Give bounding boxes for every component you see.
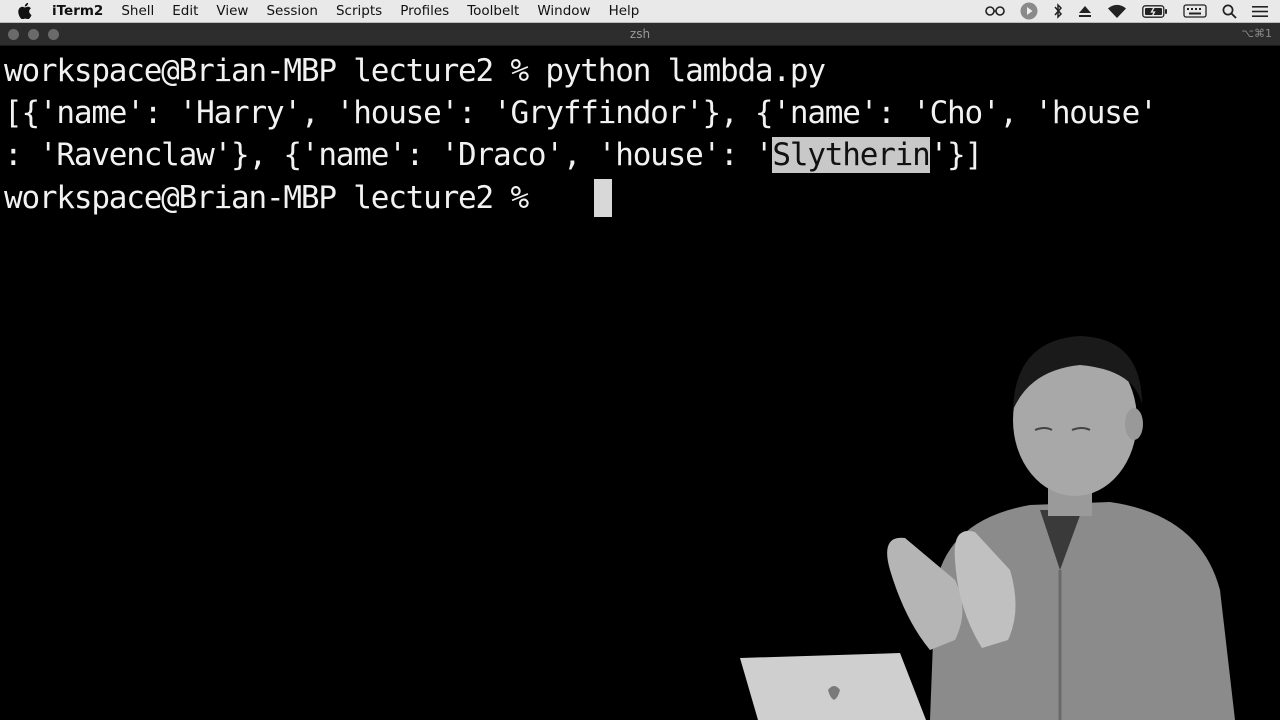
menu-window[interactable]: Window xyxy=(528,3,599,19)
wifi-icon[interactable] xyxy=(1107,4,1127,19)
menu-toolbelt[interactable]: Toolbelt xyxy=(458,3,528,19)
text-cursor xyxy=(594,179,612,217)
terminal-line-output-2: : 'Ravenclaw'}, {'name': 'Draco', 'house… xyxy=(4,135,984,175)
play-icon[interactable] xyxy=(1020,2,1038,20)
output-text-before-selection: : 'Ravenclaw'}, {'name': 'Draco', 'house… xyxy=(4,137,774,173)
window-shortcut: ⌥⌘1 xyxy=(1241,27,1272,40)
search-icon[interactable] xyxy=(1222,4,1237,19)
terminal-line-command: workspace@Brian-MBP lecture2 % python la… xyxy=(4,53,826,89)
selected-text[interactable]: Slytherin xyxy=(772,137,931,173)
keyboard-icon[interactable] xyxy=(1183,4,1207,18)
menu-shell[interactable]: Shell xyxy=(112,3,163,19)
apple-menu-icon[interactable] xyxy=(18,3,32,19)
terminal-line-output-1: [{'name': 'Harry', 'house': 'Gryffindor'… xyxy=(4,95,1158,131)
eject-icon[interactable] xyxy=(1078,4,1092,18)
output-text-after-selection: '}] xyxy=(929,137,984,173)
menu-view[interactable]: View xyxy=(207,3,257,19)
menu-profiles[interactable]: Profiles xyxy=(391,3,458,19)
menu-edit[interactable]: Edit xyxy=(163,3,207,19)
status-area xyxy=(985,0,1268,22)
list-icon[interactable] xyxy=(1252,5,1268,18)
menu-help[interactable]: Help xyxy=(600,3,649,19)
glasses-icon[interactable] xyxy=(985,5,1005,17)
menu-app-iterm2[interactable]: iTerm2 xyxy=(48,3,112,19)
menu-session[interactable]: Session xyxy=(257,3,327,19)
window-titlebar: zsh ⌥⌘1 xyxy=(0,23,1280,46)
terminal-line-prompt: workspace@Brian-MBP lecture2 % xyxy=(4,180,546,216)
menu-scripts[interactable]: Scripts xyxy=(327,3,391,19)
battery-icon[interactable] xyxy=(1142,4,1168,18)
bluetooth-icon[interactable] xyxy=(1053,3,1063,19)
menu-bar: iTerm2 Shell Edit View Session Scripts P… xyxy=(0,0,1280,23)
window-title: zsh xyxy=(629,27,651,41)
speaker-figure xyxy=(740,336,1235,720)
